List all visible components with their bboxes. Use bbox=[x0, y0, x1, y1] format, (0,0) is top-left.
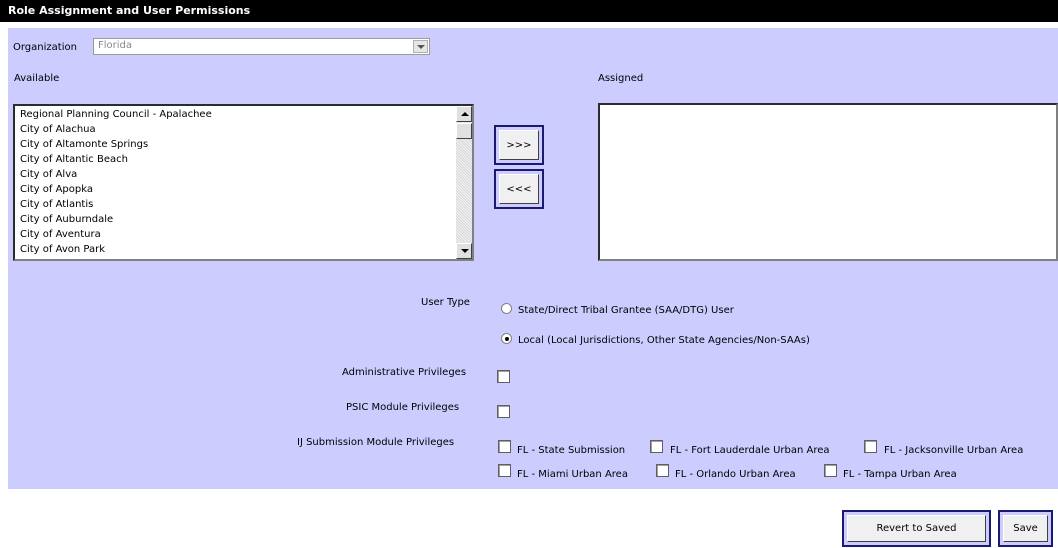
ij-option-label: FL - State Submission bbox=[517, 445, 626, 456]
organization-label: Organization bbox=[13, 42, 77, 53]
psic-privileges-checkbox[interactable] bbox=[497, 405, 510, 418]
list-item[interactable]: City of Altamonte Springs bbox=[20, 137, 148, 152]
list-item[interactable]: City of Apopka bbox=[20, 182, 93, 197]
ij-option-label: FL - Fort Lauderdale Urban Area bbox=[670, 445, 830, 456]
user-type-label: User Type bbox=[421, 297, 470, 308]
available-label: Available bbox=[14, 73, 60, 84]
arrow-down-icon bbox=[461, 249, 469, 253]
ij-option-label: FL - Tampa Urban Area bbox=[843, 469, 957, 480]
remove-button-frame: <<< bbox=[494, 169, 544, 209]
scroll-up-button[interactable] bbox=[456, 106, 472, 122]
ij-checkbox-miami[interactable] bbox=[498, 464, 511, 477]
radio-state-grantee[interactable] bbox=[501, 303, 512, 314]
ij-checkbox-orlando[interactable] bbox=[656, 464, 669, 477]
list-item[interactable]: Regional Planning Council - Apalachee bbox=[20, 107, 212, 122]
psic-privileges-label: PSIC Module Privileges bbox=[346, 402, 460, 413]
list-item[interactable]: City of Aventura bbox=[20, 227, 101, 242]
page-title: Role Assignment and User Permissions bbox=[0, 0, 1058, 22]
ij-option-label: FL - Orlando Urban Area bbox=[675, 469, 796, 480]
available-list[interactable]: Regional Planning Council - Apalachee Ci… bbox=[13, 104, 474, 261]
scroll-thumb[interactable] bbox=[456, 123, 472, 139]
list-scrollbar[interactable] bbox=[456, 106, 472, 259]
radio-local-label: Local (Local Jurisdictions, Other State … bbox=[518, 335, 810, 346]
revert-button-frame: Revert to Saved bbox=[842, 510, 991, 547]
ij-option-label: FL - Jacksonville Urban Area bbox=[884, 445, 1024, 456]
list-item[interactable]: City of Atlantis bbox=[20, 197, 93, 212]
radio-state-grantee-label: State/Direct Tribal Grantee (SAA/DTG) Us… bbox=[518, 305, 734, 316]
add-button[interactable]: >>> bbox=[499, 130, 539, 160]
add-button-frame: >>> bbox=[494, 125, 544, 165]
organization-value: Florida bbox=[98, 40, 133, 51]
ij-privileges-label: IJ Submission Module Privileges bbox=[297, 437, 455, 448]
list-item[interactable]: City of Alachua bbox=[20, 122, 96, 137]
list-item[interactable]: City of Altantic Beach bbox=[20, 152, 128, 167]
ij-checkbox-fort-lauderdale[interactable] bbox=[650, 440, 663, 453]
assigned-label: Assigned bbox=[598, 73, 644, 84]
admin-privileges-label: Administrative Privileges bbox=[342, 367, 467, 378]
scroll-down-button[interactable] bbox=[456, 243, 472, 259]
organization-select[interactable]: Florida bbox=[93, 38, 430, 55]
save-button-frame: Save bbox=[998, 510, 1053, 547]
save-button[interactable]: Save bbox=[1003, 515, 1048, 542]
ij-checkbox-state[interactable] bbox=[498, 440, 511, 453]
admin-privileges-checkbox[interactable] bbox=[497, 370, 510, 383]
dropdown-button[interactable] bbox=[413, 40, 428, 53]
ij-checkbox-jacksonville[interactable] bbox=[864, 440, 877, 453]
assigned-list[interactable] bbox=[598, 103, 1058, 261]
remove-button[interactable]: <<< bbox=[499, 174, 539, 204]
chevron-down-icon bbox=[417, 45, 425, 49]
list-item[interactable]: City of Avon Park bbox=[20, 242, 105, 257]
list-item[interactable]: City of Alva bbox=[20, 167, 77, 182]
revert-to-saved-button[interactable]: Revert to Saved bbox=[847, 515, 986, 542]
ij-option-label: FL - Miami Urban Area bbox=[517, 469, 628, 480]
radio-local[interactable] bbox=[501, 333, 512, 344]
list-item[interactable]: City of Auburndale bbox=[20, 212, 113, 227]
ij-checkbox-tampa[interactable] bbox=[824, 464, 837, 477]
arrow-up-icon bbox=[461, 112, 469, 116]
